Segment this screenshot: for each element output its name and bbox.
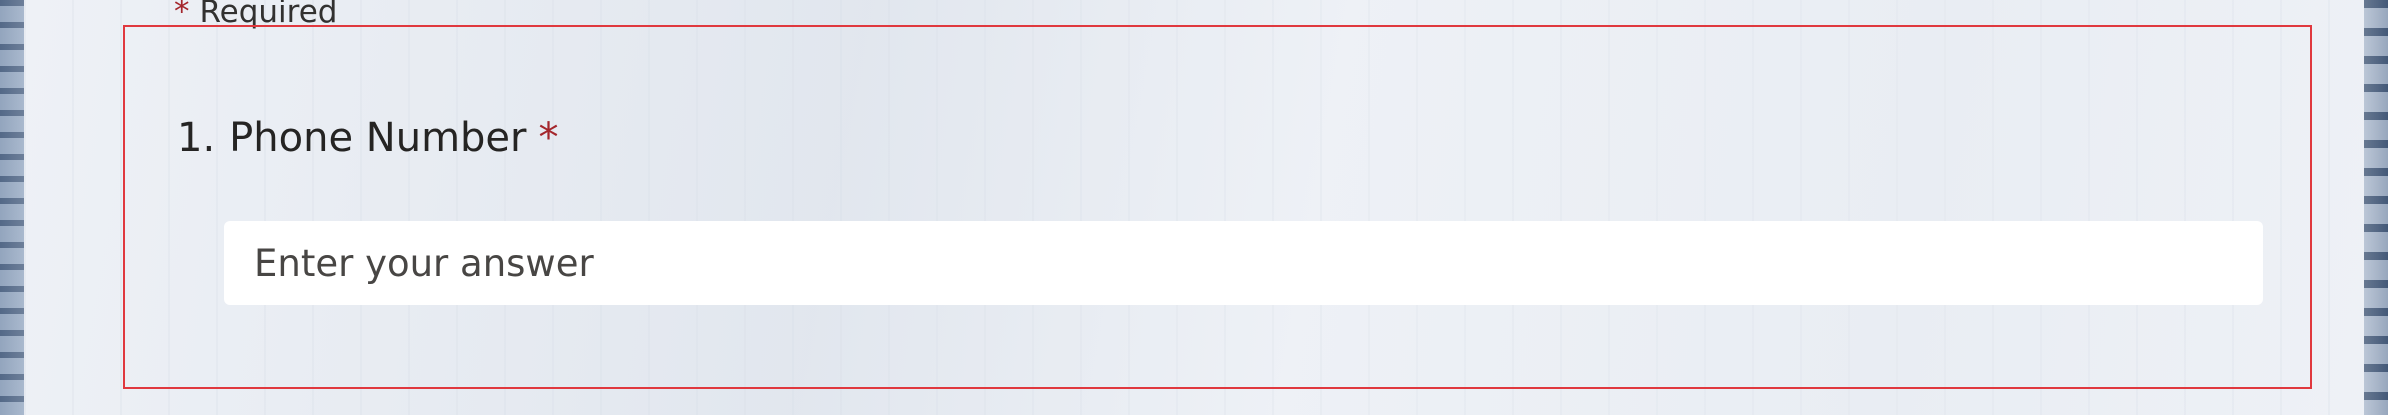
question-required-star: * <box>538 115 559 161</box>
question-label: Phone Number <box>229 115 527 161</box>
background-building-left <box>0 0 24 415</box>
background-building-right <box>2364 0 2388 415</box>
question-number: 1. <box>177 115 216 161</box>
form-panel: * Required 1. Phone Number * <box>24 0 2364 415</box>
phone-number-input[interactable] <box>224 221 2263 305</box>
question-card[interactable]: 1. Phone Number * <box>123 25 2312 389</box>
question-title: 1. Phone Number * <box>177 115 558 161</box>
